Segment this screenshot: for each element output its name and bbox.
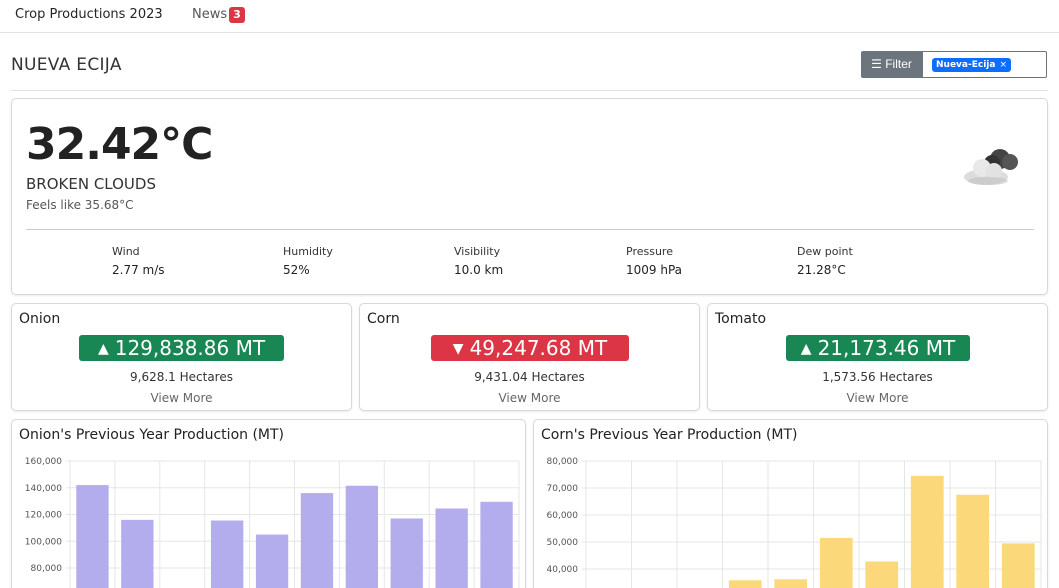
crop-card-corn: Corn ▼ 49,247.68 MT 9,431.04 Hectares Vie… bbox=[359, 303, 700, 411]
weather-divider bbox=[26, 229, 1034, 230]
bar bbox=[121, 519, 154, 588]
tab-news[interactable]: News 3 bbox=[192, 7, 245, 23]
view-more-link[interactable]: View More bbox=[360, 391, 699, 405]
bar bbox=[910, 475, 944, 588]
bar bbox=[76, 485, 109, 588]
arrow-up-icon: ▲ bbox=[800, 341, 812, 357]
y-tick-label: 80,000 bbox=[547, 457, 579, 467]
metric-label: Pressure bbox=[626, 245, 673, 258]
crop-card-onion: Onion ▲ 129,838.86 MT 9,628.1 Hectares Vi… bbox=[11, 303, 352, 411]
bar bbox=[390, 518, 423, 588]
y-tick-label: 60,000 bbox=[547, 511, 579, 521]
filter-select[interactable]: Nueva-Ecija × bbox=[922, 51, 1047, 78]
bar bbox=[255, 534, 289, 588]
metric-humidity: Humidity 52% bbox=[283, 245, 333, 277]
y-tick-label: 160,000 bbox=[25, 457, 62, 467]
hectares: 9,431.04 Hectares bbox=[474, 370, 585, 384]
filter-icon: ☰ bbox=[871, 57, 882, 71]
hectares: 1,573.56 Hectares bbox=[822, 370, 933, 384]
production-value: 21,173.46 MT bbox=[817, 336, 956, 360]
news-count-badge: 3 bbox=[229, 7, 245, 23]
bar bbox=[819, 537, 853, 588]
filter-button-label: Filter bbox=[885, 57, 912, 71]
tab-bar: Crop Productions 2023 News 3 bbox=[0, 0, 1059, 33]
bar bbox=[345, 485, 379, 588]
metric-value: 52% bbox=[283, 263, 310, 277]
onion-bar-chart: 80,000 100,000 120,000 140,000 160,000 bbox=[25, 457, 520, 588]
bar bbox=[774, 579, 808, 588]
metric-label: Humidity bbox=[283, 245, 333, 258]
metric-label: Visibility bbox=[454, 245, 501, 258]
y-tick-label: 40,000 bbox=[547, 565, 579, 575]
broken-clouds-icon bbox=[964, 149, 1018, 185]
production-badge: ▲ 21,173.46 MT bbox=[786, 335, 970, 361]
y-tick-label: 50,000 bbox=[547, 538, 579, 548]
metric-value: 2.77 m/s bbox=[112, 263, 165, 277]
hectares: 9,628.1 Hectares bbox=[130, 370, 233, 384]
weather-card: 32.42°C BROKEN CLOUDS Feels like 35.68°C… bbox=[11, 98, 1048, 295]
corn-chart-card: Corn's Previous Year Production (MT) 40,… bbox=[533, 419, 1048, 588]
production-badge: ▲ 129,838.86 MT bbox=[79, 335, 284, 361]
bar bbox=[1001, 543, 1035, 588]
bar bbox=[865, 561, 899, 588]
temperature: 32.42°C bbox=[26, 119, 213, 170]
production-value: 49,247.68 MT bbox=[469, 336, 608, 360]
filter-chip-label: Nueva-Ecija bbox=[936, 60, 996, 70]
metric-visibility: Visibility 10.0 km bbox=[454, 245, 503, 277]
metric-value: 10.0 km bbox=[454, 263, 504, 277]
bar bbox=[435, 508, 468, 588]
filter-chip: Nueva-Ecija × bbox=[932, 58, 1011, 72]
metric-dew-point: Dew point 21.28°C bbox=[797, 245, 853, 277]
y-tick-label: 120,000 bbox=[25, 511, 62, 521]
metric-pressure: Pressure 1009 hPa bbox=[626, 245, 682, 277]
view-more-link[interactable]: View More bbox=[708, 391, 1047, 405]
bar bbox=[728, 580, 762, 588]
y-tick-label: 100,000 bbox=[25, 537, 62, 547]
y-tick-label: 140,000 bbox=[25, 484, 62, 494]
y-tick-label: 70,000 bbox=[547, 484, 579, 494]
filter-button[interactable]: ☰ Filter bbox=[861, 51, 922, 78]
tab-crop-productions[interactable]: Crop Productions 2023 bbox=[15, 7, 163, 22]
metric-wind: Wind 2.77 m/s bbox=[112, 245, 165, 277]
metric-label: Wind bbox=[112, 245, 140, 258]
bar bbox=[210, 520, 244, 588]
corn-bar-chart: 40,000 50,000 60,000 70,000 80,000 bbox=[547, 457, 1042, 588]
crop-card-tomato: Tomato ▲ 21,173.46 MT 1,573.56 Hectares V… bbox=[707, 303, 1048, 411]
metric-label: Dew point bbox=[797, 245, 853, 258]
view-more-link[interactable]: View More bbox=[12, 391, 351, 405]
bar bbox=[480, 501, 513, 588]
arrow-down-icon: ▼ bbox=[452, 341, 464, 357]
feels-like: Feels like 35.68°C bbox=[26, 198, 134, 212]
page-title: NUEVA ECIJA bbox=[11, 55, 122, 75]
metric-value: 1009 hPa bbox=[626, 263, 683, 277]
onion-chart-card: Onion's Previous Year Production (MT) 80… bbox=[11, 419, 526, 588]
y-tick-label: 80,000 bbox=[31, 564, 63, 574]
production-value: 129,838.86 MT bbox=[114, 336, 266, 360]
crop-name: Onion bbox=[19, 311, 61, 327]
tab-news-label: News bbox=[192, 7, 228, 22]
bar bbox=[300, 493, 334, 588]
crop-name: Corn bbox=[367, 311, 400, 327]
crop-name: Tomato bbox=[715, 311, 767, 327]
production-badge: ▼ 49,247.68 MT bbox=[431, 335, 629, 361]
arrow-up-icon: ▲ bbox=[97, 341, 109, 357]
chip-remove-icon[interactable]: × bbox=[999, 60, 1007, 70]
weather-condition: BROKEN CLOUDS bbox=[26, 175, 156, 193]
metric-value: 21.28°C bbox=[797, 263, 846, 277]
bar bbox=[956, 494, 990, 588]
header-divider bbox=[11, 90, 1048, 91]
